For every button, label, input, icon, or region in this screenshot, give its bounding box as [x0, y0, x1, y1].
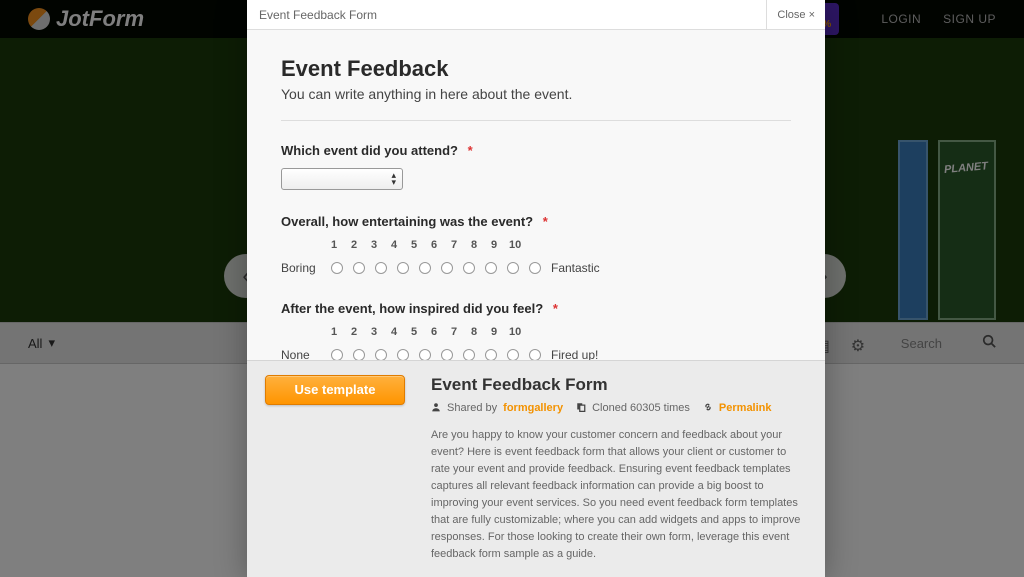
scale-num: 5 [409, 326, 419, 338]
scale-radio[interactable] [419, 262, 431, 274]
question-entertaining: Overall, how entertaining was the event?… [281, 214, 791, 277]
select-chevrons-icon: ▴▾ [391, 172, 396, 186]
scale-label-right: Fired up! [551, 348, 598, 360]
question-event: Which event did you attend? * ▴▾ [281, 143, 791, 190]
scale-num: 6 [429, 239, 439, 251]
scale-radio[interactable] [529, 349, 541, 360]
scale-num: 4 [389, 239, 399, 251]
footer-meta: Shared by formgallery Cloned 60305 times… [431, 401, 807, 415]
scale-radio[interactable] [507, 349, 519, 360]
scale-numbers: 1 2 3 4 5 6 7 8 9 10 [329, 326, 598, 338]
scale-radio[interactable] [529, 262, 541, 274]
scale-radio[interactable] [375, 349, 387, 360]
scale-radio[interactable] [463, 349, 475, 360]
footer-title: Event Feedback Form [431, 375, 807, 395]
question-inspired: After the event, how inspired did you fe… [281, 301, 791, 360]
question-label: After the event, how inspired did you fe… [281, 301, 791, 316]
scale-radio[interactable] [353, 262, 365, 274]
scale-radio[interactable] [331, 262, 343, 274]
question-label: Overall, how entertaining was the event?… [281, 214, 791, 229]
scale-radio[interactable] [331, 349, 343, 360]
modal-footer: Use template Event Feedback Form Shared … [247, 360, 825, 577]
scale-num: 3 [369, 326, 379, 338]
scale-num: 2 [349, 326, 359, 338]
scale-num: 9 [489, 239, 499, 251]
clone-icon [576, 401, 586, 415]
scale-label-left: None [281, 348, 321, 360]
scale-num: 10 [509, 326, 519, 338]
required-icon: * [553, 301, 558, 316]
scale-num: 2 [349, 239, 359, 251]
scale-radio[interactable] [463, 262, 475, 274]
scale-num: 10 [509, 239, 519, 251]
scale-radio[interactable] [507, 262, 519, 274]
scale-radio[interactable] [441, 262, 453, 274]
cloned-count: Cloned 60305 times [592, 402, 690, 414]
footer-info: Event Feedback Form Shared by formgaller… [431, 375, 807, 563]
shared-by-user[interactable]: formgallery [503, 402, 563, 414]
template-preview-modal: Event Feedback Form Close × Event Feedba… [247, 0, 825, 577]
scale-num: 4 [389, 326, 399, 338]
footer-description: Are you happy to know your customer conc… [431, 427, 807, 563]
required-icon: * [543, 214, 548, 229]
user-icon [431, 401, 441, 415]
modal-header: Event Feedback Form Close × [247, 0, 825, 30]
scale-num: 1 [329, 239, 339, 251]
divider [281, 120, 791, 121]
scale-numbers: 1 2 3 4 5 6 7 8 9 10 [329, 239, 600, 251]
scale-radio[interactable] [485, 262, 497, 274]
modal-body: Event Feedback You can write anything in… [247, 30, 825, 360]
scale-radio[interactable] [397, 262, 409, 274]
footer-left: Use template [265, 375, 405, 563]
scale-num: 8 [469, 326, 479, 338]
close-button[interactable]: Close × [766, 0, 825, 29]
shared-by-prefix: Shared by [447, 402, 497, 414]
scale-num: 8 [469, 239, 479, 251]
scale-num: 6 [429, 326, 439, 338]
scale-num: 3 [369, 239, 379, 251]
scale-radio[interactable] [485, 349, 497, 360]
form-subtitle: You can write anything in here about the… [281, 86, 791, 102]
scale-num: 1 [329, 326, 339, 338]
link-icon [703, 401, 713, 415]
question-label: Which event did you attend? * [281, 143, 791, 158]
scale-num: 5 [409, 239, 419, 251]
scale-row: None Fired up! [281, 348, 598, 360]
scale-radio[interactable] [441, 349, 453, 360]
question-text: After the event, how inspired did you fe… [281, 301, 543, 316]
scale-inspired: 1 2 3 4 5 6 7 8 9 10 None [281, 326, 598, 360]
use-template-button[interactable]: Use template [265, 375, 405, 405]
scale-row: Boring Fantastic [281, 261, 600, 275]
form-title: Event Feedback [281, 56, 791, 82]
scale-num: 7 [449, 326, 459, 338]
event-select[interactable]: ▴▾ [281, 168, 403, 190]
scale-label-right: Fantastic [551, 261, 600, 275]
permalink[interactable]: Permalink [719, 402, 772, 414]
question-text: Which event did you attend? [281, 143, 458, 158]
question-text: Overall, how entertaining was the event? [281, 214, 533, 229]
scale-radio[interactable] [375, 262, 387, 274]
scale-radio[interactable] [419, 349, 431, 360]
scale-entertaining: 1 2 3 4 5 6 7 8 9 10 Boring [281, 239, 600, 275]
modal-title: Event Feedback Form [259, 8, 377, 22]
scale-num: 7 [449, 239, 459, 251]
scale-radio[interactable] [353, 349, 365, 360]
scale-num: 9 [489, 326, 499, 338]
scale-label-left: Boring [281, 261, 321, 275]
required-icon: * [468, 143, 473, 158]
scale-radio[interactable] [397, 349, 409, 360]
